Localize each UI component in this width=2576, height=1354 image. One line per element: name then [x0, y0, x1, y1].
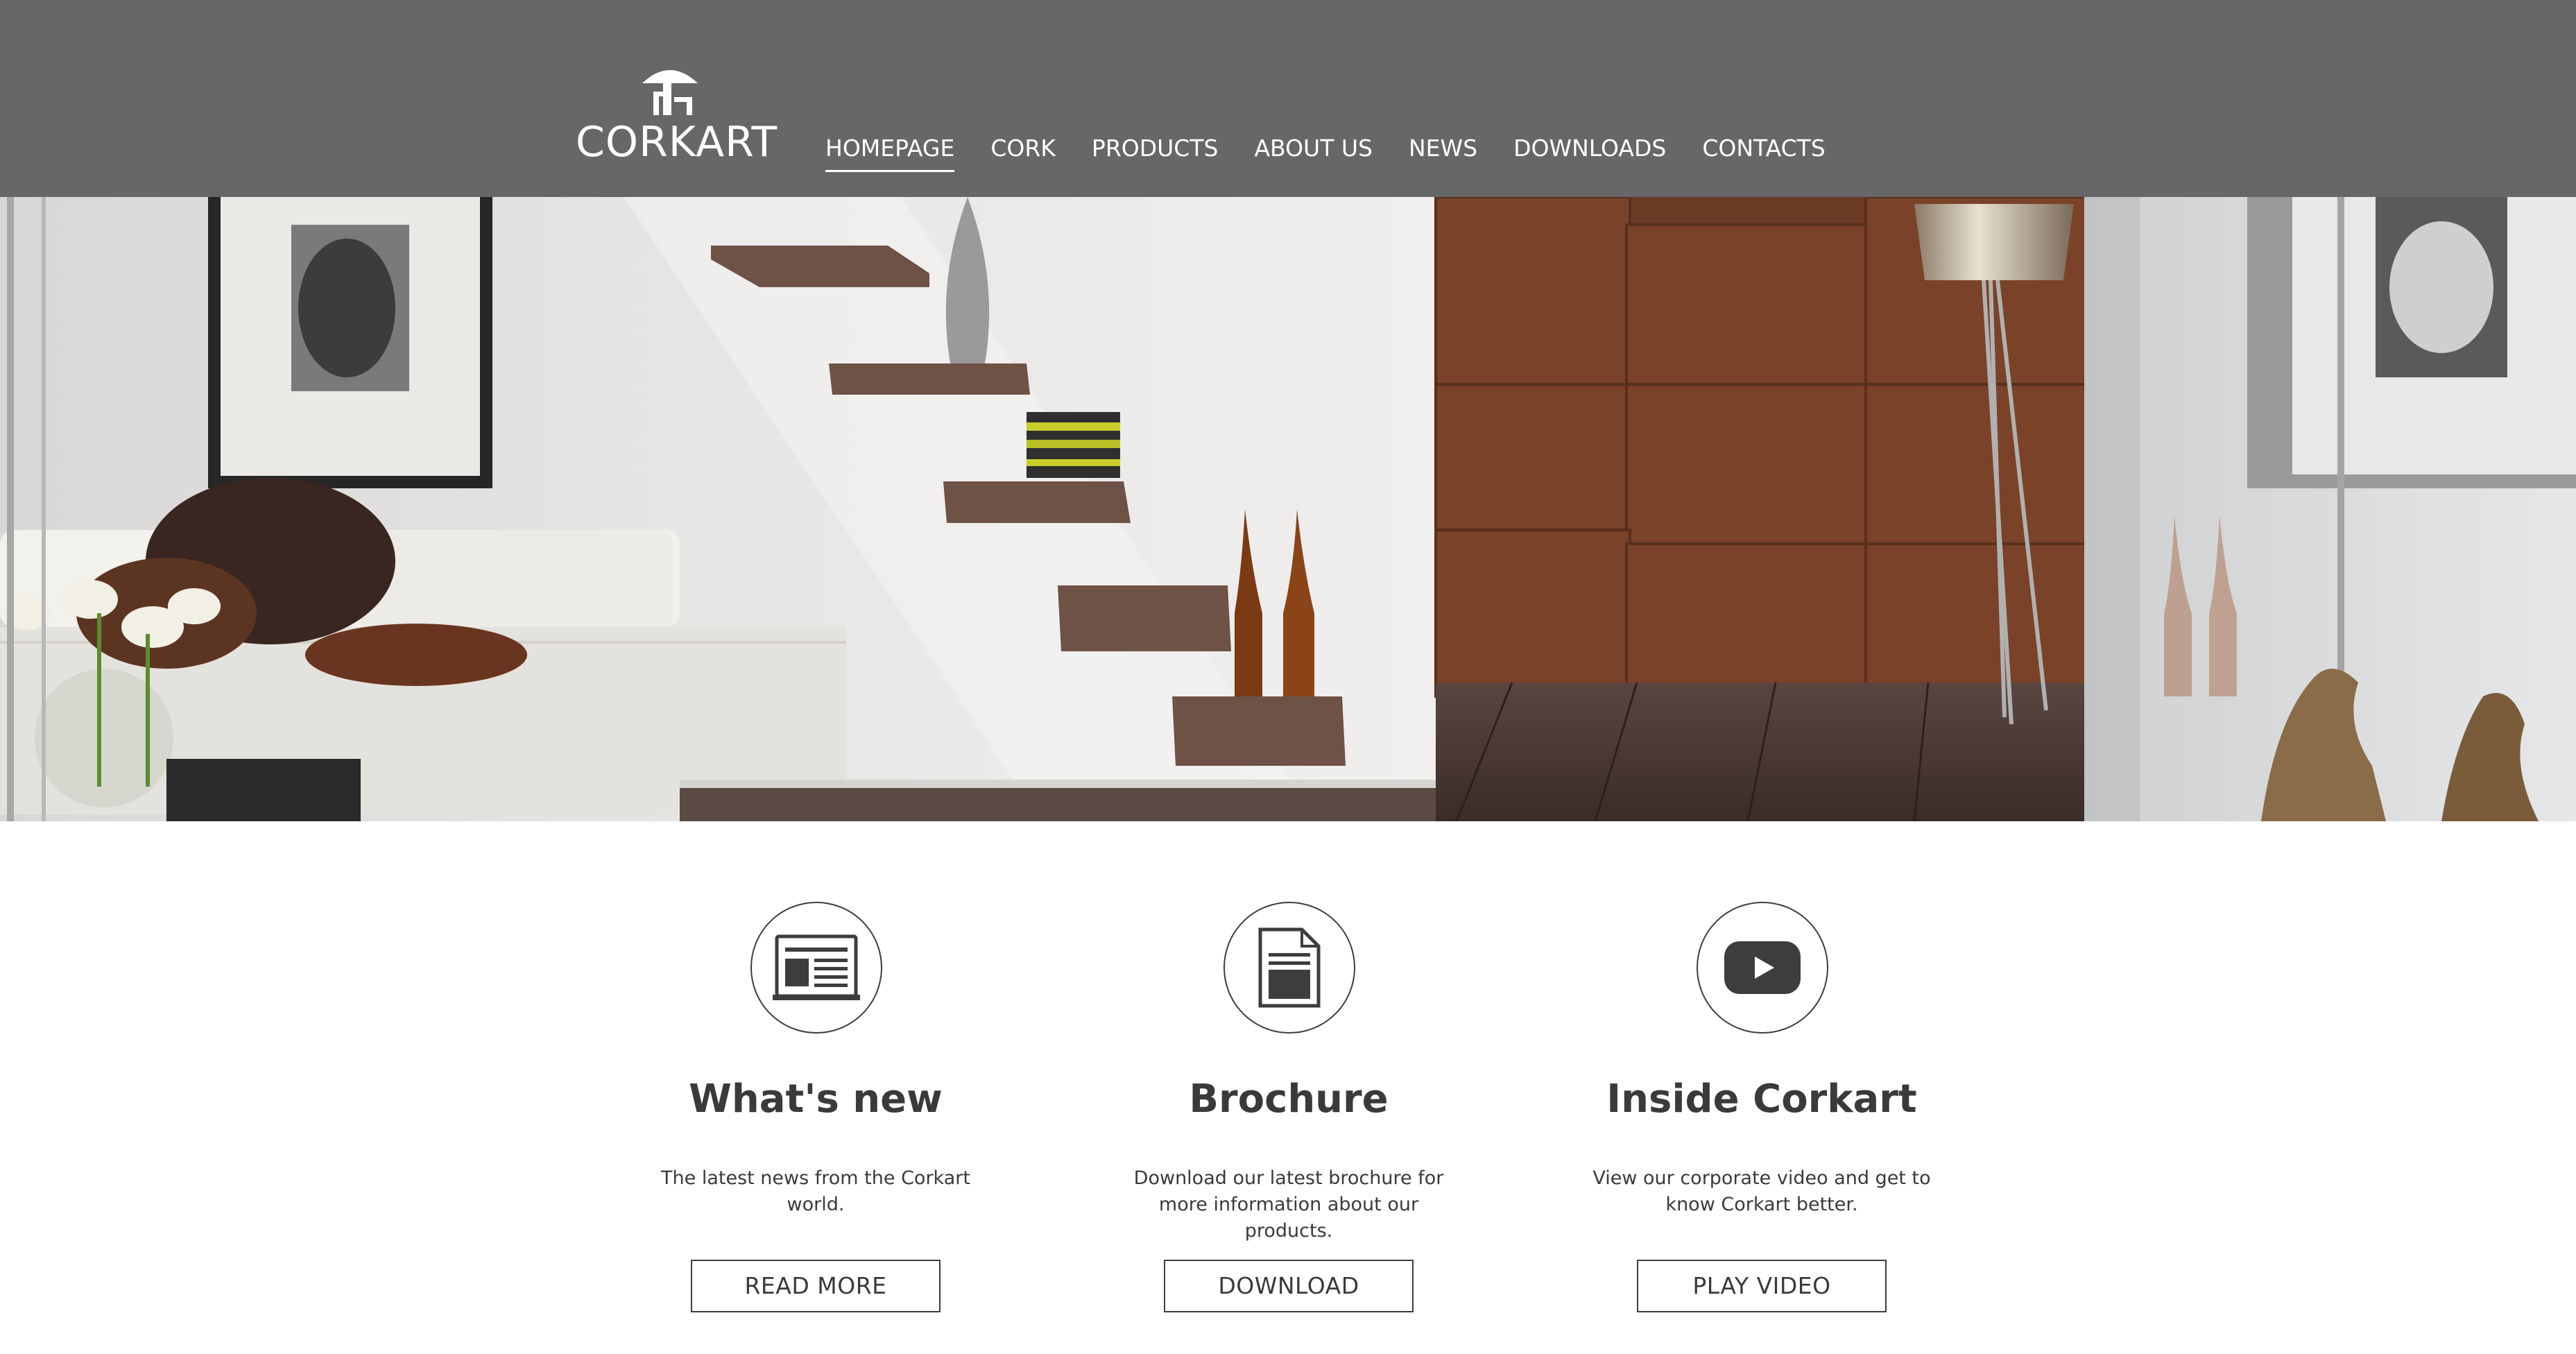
nav-item-downloads[interactable]: DOWNLOADS: [1513, 129, 1666, 172]
feature-description: The latest news from the Corkart world.: [661, 1167, 970, 1215]
feature-description: View our corporate video and get to know…: [1592, 1167, 1931, 1215]
nav-item-about-us[interactable]: ABOUT US: [1254, 129, 1373, 172]
hero-banner: [0, 197, 2576, 821]
brand-logo[interactable]: CORKART: [576, 62, 778, 166]
feature-description: Download our latest brochure for more in…: [1133, 1167, 1444, 1242]
nav-item-products[interactable]: PRODUCTS: [1092, 129, 1219, 172]
main-nav: HOMEPAGE CORK PRODUCTS ABOUT US NEWS DOW…: [825, 129, 1862, 178]
read-more-button[interactable]: READ MORE: [691, 1260, 941, 1312]
nav-item-contacts[interactable]: CONTACTS: [1702, 129, 1825, 172]
icon-circle[interactable]: [1223, 902, 1355, 1034]
feature-title: Brochure: [1189, 1077, 1389, 1122]
feature-title: Inside Corkart: [1606, 1077, 1917, 1122]
mushroom-logo-icon: [642, 70, 698, 115]
feature-inside-corkart: Inside Corkart View our corporate video …: [1519, 902, 2004, 1318]
feature-title: What's new: [689, 1077, 943, 1122]
nav-item-cork[interactable]: CORK: [990, 129, 1056, 172]
play-video-button[interactable]: PLAY VIDEO: [1637, 1260, 1887, 1312]
icon-circle[interactable]: [1697, 902, 1828, 1034]
feature-whats-new: What's new The latest news from the Cork…: [573, 902, 1058, 1318]
newspaper-icon: [773, 934, 860, 1000]
site-header: CORKART HOMEPAGE CORK PRODUCTS ABOUT US …: [0, 0, 2576, 197]
feature-brochure: Brochure Download our latest brochure fo…: [1046, 902, 1531, 1318]
document-icon: [1258, 927, 1321, 1008]
living-room-interior-photo: [0, 197, 2576, 821]
icon-circle[interactable]: [750, 902, 882, 1034]
play-video-icon: [1724, 941, 1801, 994]
nav-item-homepage[interactable]: HOMEPAGE: [825, 129, 955, 172]
nav-item-news[interactable]: NEWS: [1409, 129, 1477, 172]
brand-name: CORKART: [576, 118, 778, 166]
download-button[interactable]: DOWNLOAD: [1164, 1260, 1414, 1312]
